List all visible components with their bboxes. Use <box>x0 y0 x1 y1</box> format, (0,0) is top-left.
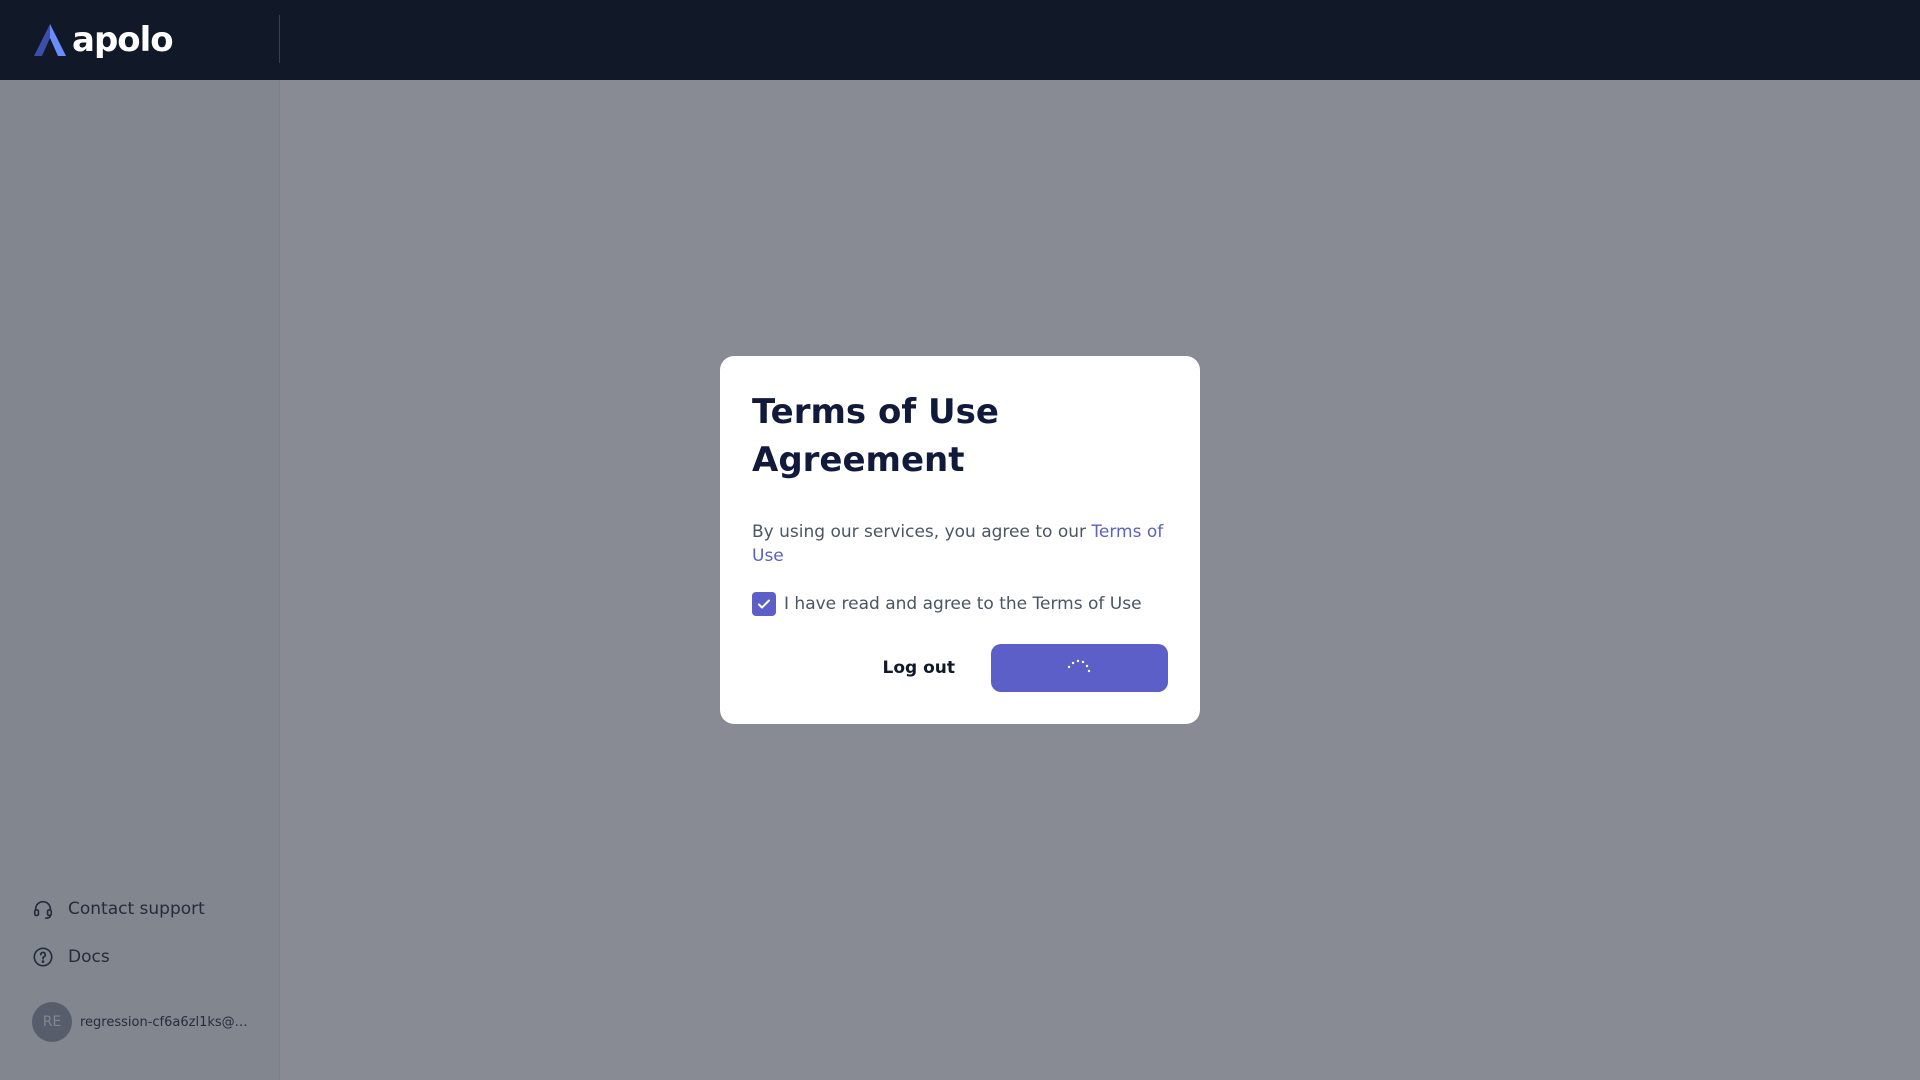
apolo-logo[interactable]: apolo <box>32 18 174 62</box>
agree-checkbox[interactable] <box>752 592 776 616</box>
logout-button[interactable]: Log out <box>882 658 955 678</box>
accept-button[interactable] <box>991 644 1168 692</box>
loading-spinner-icon <box>1067 659 1090 673</box>
agree-checkbox-row[interactable]: I have read and agree to the Terms of Us… <box>752 592 1168 616</box>
topbar-divider <box>279 15 280 63</box>
logo-text: apolo <box>72 20 174 60</box>
apolo-logo-icon <box>34 24 66 56</box>
agree-checkbox-label: I have read and agree to the Terms of Us… <box>784 594 1142 614</box>
dialog-title: Terms of Use Agreement <box>752 392 999 480</box>
dialog-text: By using our services, you agree to our … <box>752 520 1168 568</box>
dialog-actions: Log out <box>752 644 1168 692</box>
check-icon <box>758 599 770 609</box>
terms-dialog: Terms of Use Agreement By using our serv… <box>720 356 1200 724</box>
top-bar: apolo <box>0 0 1920 80</box>
dialog-text-prefix: By using our services, you agree to our <box>752 522 1092 542</box>
